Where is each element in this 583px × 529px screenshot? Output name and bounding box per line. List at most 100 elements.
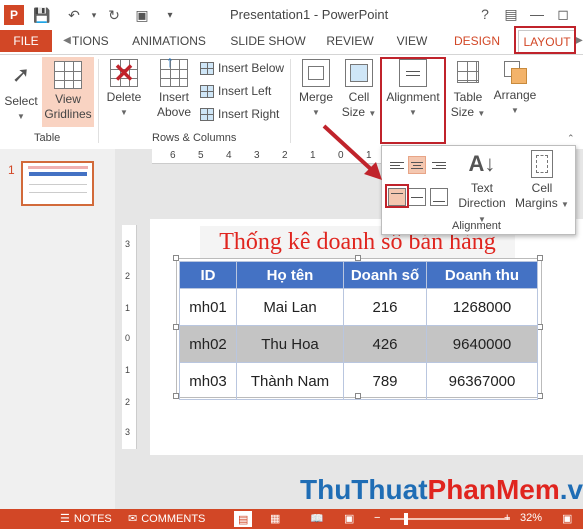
delete-label: Delete bbox=[106, 90, 142, 104]
table-cell[interactable]: 96367000 bbox=[426, 362, 538, 400]
tab-file[interactable]: FILE bbox=[0, 30, 52, 52]
table-row: mh02 Thu Hoa 426 9640000 bbox=[179, 325, 538, 363]
merge-button[interactable]: Merge ▼ bbox=[296, 59, 336, 120]
table-cell[interactable]: Thu Hoa bbox=[236, 325, 344, 363]
ruler-tick: 0 bbox=[125, 333, 131, 343]
merge-label: Merge bbox=[298, 90, 333, 104]
data-table[interactable]: ID Họ tên Doanh số Doanh thu mh01 Mai La… bbox=[179, 261, 538, 400]
watermark-part-1: ThuThuat bbox=[300, 474, 428, 505]
zoom-slider-thumb[interactable] bbox=[404, 513, 408, 525]
zoom-slider[interactable] bbox=[390, 513, 510, 525]
insert-below-button[interactable]: Insert Below bbox=[200, 61, 284, 75]
slideshow-icon: ▣ bbox=[344, 513, 355, 525]
table-cell[interactable]: mh01 bbox=[179, 288, 237, 326]
view-gridlines-button[interactable]: View Gridlines bbox=[42, 57, 94, 127]
tab-review[interactable]: REVIEW bbox=[322, 30, 378, 52]
cell-margins-button[interactable]: Cell Margins ▼ bbox=[512, 150, 572, 212]
table-cell[interactable]: mh03 bbox=[179, 362, 237, 400]
zoom-level[interactable]: 32% bbox=[520, 512, 542, 524]
slide-thumbnail[interactable] bbox=[21, 161, 94, 206]
table-cell[interactable]: 1268000 bbox=[426, 288, 538, 326]
tab-scroll-left-icon[interactable]: ◀ bbox=[62, 30, 72, 52]
table-header-cell[interactable]: Họ tên bbox=[236, 261, 344, 289]
select-button[interactable]: ➚ Select ▼ bbox=[2, 59, 40, 124]
insert-above-label-1: Insert bbox=[158, 90, 189, 104]
table-cell[interactable]: 426 bbox=[343, 325, 427, 363]
tab-transitions[interactable]: TIONS bbox=[72, 30, 109, 52]
tab-slide-show[interactable]: SLIDE SHOW bbox=[226, 30, 310, 52]
insert-above-icon: ↑ bbox=[160, 55, 188, 87]
arrange-button[interactable]: Arrange ▼ bbox=[492, 59, 538, 118]
table-cell[interactable]: 216 bbox=[343, 288, 427, 326]
fit-to-window-button[interactable]: ▣ bbox=[562, 512, 572, 525]
vertical-ruler[interactable]: 3 2 1 0 1 2 3 bbox=[122, 225, 137, 449]
tab-view[interactable]: VIEW bbox=[390, 30, 434, 52]
undo-dropdown-icon[interactable]: ▾ bbox=[84, 5, 104, 25]
zoom-in-button[interactable]: + bbox=[504, 512, 510, 524]
tab-animations[interactable]: ANIMATIONS bbox=[124, 30, 214, 52]
powerpoint-logo-icon: P bbox=[4, 5, 24, 25]
ruler-tick: 4 bbox=[226, 150, 232, 161]
table-size-label-1: Table bbox=[453, 90, 483, 104]
table-cell[interactable]: 9640000 bbox=[426, 325, 538, 363]
customize-qat-icon[interactable]: ▾ bbox=[160, 5, 180, 25]
table-cell[interactable]: mh02 bbox=[179, 325, 237, 363]
table-cell[interactable]: Mai Lan bbox=[236, 288, 344, 326]
save-icon[interactable]: 💾 bbox=[32, 5, 52, 25]
slideshow-button[interactable]: ▣ bbox=[344, 512, 354, 525]
table-cell[interactable]: 789 bbox=[343, 362, 427, 400]
zoom-label: 32% bbox=[520, 512, 543, 524]
chevron-down-icon: ▼ bbox=[312, 108, 320, 117]
insert-right-button[interactable]: Insert Right bbox=[200, 107, 279, 121]
insert-left-button[interactable]: Insert Left bbox=[200, 84, 271, 98]
ruler-tick: 2 bbox=[282, 150, 288, 161]
repeat-icon[interactable]: ↻ bbox=[104, 5, 124, 25]
minus-icon: − bbox=[374, 512, 381, 524]
text-direction-button[interactable]: A↓ Text Direction ▼ bbox=[454, 150, 510, 227]
align-left-icon[interactable] bbox=[388, 156, 406, 174]
fit-window-icon: ▣ bbox=[562, 513, 573, 525]
zoom-out-button[interactable]: − bbox=[374, 512, 380, 524]
tab-scroll-right-icon[interactable]: ▶ bbox=[575, 30, 583, 52]
tab-design[interactable]: DESIGN bbox=[450, 30, 504, 52]
center-vertically-icon[interactable] bbox=[408, 188, 426, 206]
reading-view-icon: 📖 bbox=[310, 513, 324, 525]
delete-button[interactable]: ✕ Delete ▼ bbox=[104, 59, 144, 120]
ribbon-display-options-icon[interactable]: ▤ bbox=[498, 3, 524, 25]
watermark-part-3: .vn bbox=[559, 474, 583, 505]
table-header-cell[interactable]: Doanh thu bbox=[426, 261, 538, 289]
normal-view-icon: ▤ bbox=[238, 513, 249, 526]
center-icon[interactable] bbox=[408, 156, 426, 174]
alignment-dropdown: A↓ Text Direction ▼ Cell Margins ▼ Align… bbox=[381, 145, 576, 235]
notes-label: NOTES bbox=[73, 512, 112, 525]
help-icon[interactable]: ? bbox=[472, 3, 498, 25]
align-right-icon[interactable] bbox=[430, 156, 448, 174]
table-header-cell[interactable]: Doanh số bbox=[343, 261, 427, 289]
text-direction-icon: A↓ bbox=[468, 151, 496, 176]
minimize-icon[interactable]: — bbox=[524, 3, 550, 25]
ruler-tick: 1 bbox=[125, 303, 131, 313]
maximize-icon[interactable]: ◻ bbox=[550, 3, 576, 25]
comments-button[interactable]: ✉ COMMENTS bbox=[128, 512, 205, 526]
table-header-cell[interactable]: ID bbox=[179, 261, 237, 289]
ruler-tick: 3 bbox=[125, 239, 131, 249]
undo-icon[interactable]: ↶ bbox=[64, 5, 84, 25]
ruler-tick: 1 bbox=[125, 365, 131, 375]
cell-size-button[interactable]: Cell Size ▼ bbox=[340, 59, 378, 121]
chevron-down-icon: ▼ bbox=[477, 109, 486, 118]
text-direction-label-2: Direction bbox=[458, 196, 506, 210]
reading-view-button[interactable]: 📖 bbox=[310, 512, 324, 525]
table-size-button[interactable]: Table Size ▼ bbox=[448, 59, 488, 121]
slide-sorter-button[interactable]: ▦ bbox=[270, 512, 280, 525]
table-cell[interactable]: Thành Nam bbox=[236, 362, 344, 400]
watermark-part-2: PhanMem bbox=[427, 474, 560, 505]
collapse-ribbon-icon[interactable]: ⌃ bbox=[567, 133, 575, 144]
alignment-group-label: Alignment bbox=[452, 220, 501, 232]
insert-above-button[interactable]: ↑ Insert Above bbox=[152, 55, 196, 120]
normal-view-button[interactable]: ▤ bbox=[234, 511, 253, 527]
align-bottom-icon[interactable] bbox=[430, 188, 448, 206]
start-slideshow-icon[interactable]: ▣ bbox=[132, 5, 152, 25]
view-gridlines-label-1: View bbox=[55, 92, 81, 106]
notes-button[interactable]: ☰ NOTES bbox=[60, 512, 112, 526]
delete-table-icon: ✕ bbox=[110, 59, 138, 87]
